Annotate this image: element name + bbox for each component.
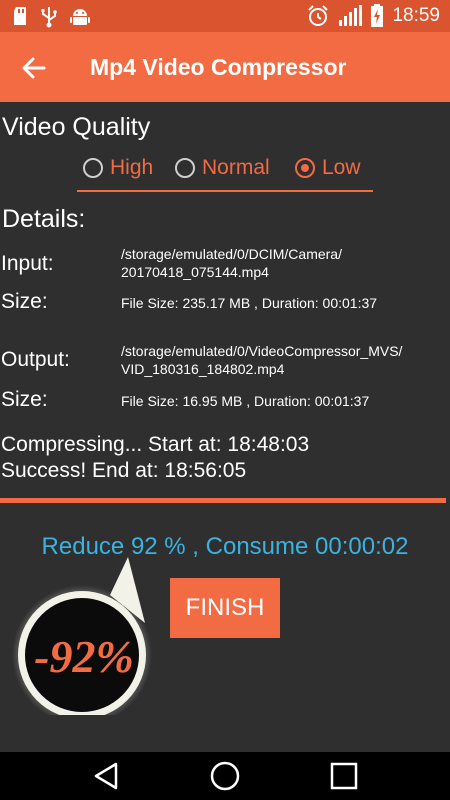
- radio-low[interactable]: Low: [295, 156, 361, 180]
- input-path-line1: /storage/emulated/0/DCIM/Camera/: [121, 246, 342, 262]
- recents-square-icon[interactable]: [328, 760, 360, 792]
- input-path-line2: 20170418_075144.mp4: [121, 264, 269, 280]
- log-end: Success! End at: 18:56:05: [1, 459, 247, 482]
- nav-bar: [0, 752, 450, 800]
- back-arrow-icon[interactable]: [18, 52, 50, 84]
- output-path-line2: VID_180316_184802.mp4: [121, 361, 285, 377]
- back-triangle-icon[interactable]: [90, 760, 122, 792]
- signal-icon: [339, 5, 363, 26]
- battery-charging-icon: [371, 4, 384, 27]
- video-quality-title: Video Quality: [2, 113, 151, 141]
- input-label: Input:: [1, 252, 54, 275]
- radio-normal-circle[interactable]: [175, 158, 195, 178]
- input-path: /storage/emulated/0/DCIM/Camera/ 2017041…: [121, 245, 342, 281]
- radio-low-label: Low: [322, 156, 361, 179]
- output-size-label: Size:: [1, 388, 48, 411]
- progress-bar: [0, 498, 446, 503]
- radio-high-label: High: [110, 156, 154, 179]
- finish-button[interactable]: FINISH: [170, 578, 280, 638]
- badge-percent: -92%: [34, 631, 134, 682]
- status-right-icons: 18:59: [306, 4, 440, 28]
- details-title: Details:: [2, 205, 86, 233]
- alarm-icon: [308, 5, 329, 26]
- output-path-line1: /storage/emulated/0/VideoCompressor_MVS/: [121, 343, 403, 359]
- radio-low-circle[interactable]: [295, 158, 315, 178]
- android-icon: [70, 9, 90, 25]
- sd-card-icon: [14, 7, 26, 25]
- status-time: 18:59: [392, 5, 440, 26]
- usb-icon: [41, 7, 57, 28]
- output-size-value: File Size: 16.95 MB , Duration: 00:01:37: [121, 393, 370, 409]
- log-start: Compressing... Start at: 18:48:03: [1, 433, 310, 456]
- radio-high[interactable]: High: [83, 156, 153, 180]
- input-size-value: File Size: 235.17 MB , Duration: 00:01:3…: [121, 295, 378, 311]
- quality-radio-group: High Normal Low: [77, 152, 373, 192]
- home-circle-icon[interactable]: [209, 760, 241, 792]
- output-path: /storage/emulated/0/VideoCompressor_MVS/…: [121, 342, 402, 378]
- output-label: Output:: [1, 348, 70, 371]
- input-size-label: Size:: [1, 290, 48, 313]
- status-left-icons: [12, 6, 90, 28]
- radio-high-circle[interactable]: [83, 158, 103, 178]
- app-bar: Mp4 Video Compressor: [0, 32, 450, 102]
- status-bar: 18:59: [0, 0, 450, 32]
- radio-normal-label: Normal: [202, 156, 270, 179]
- radio-normal[interactable]: Normal: [175, 156, 270, 180]
- app-title: Mp4 Video Compressor: [90, 54, 347, 80]
